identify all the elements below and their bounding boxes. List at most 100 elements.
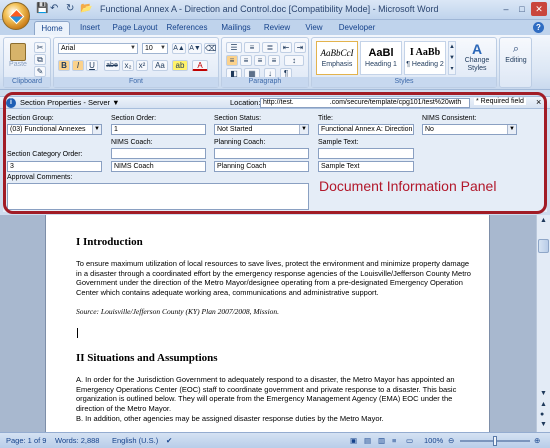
underline-button[interactable]: U	[86, 60, 98, 71]
change-styles-icon: A	[471, 41, 483, 57]
align-left-icon[interactable]: ≡	[226, 55, 238, 66]
tab-page-layout[interactable]: Page Layout	[110, 21, 160, 35]
redo-icon[interactable]: ↻	[66, 3, 74, 17]
strikethrough-button[interactable]: abe	[104, 60, 120, 71]
increase-indent-icon[interactable]: ⇥	[294, 42, 306, 53]
styles-group: AaBbCcI Emphasis AaBl Heading 1 I AaBb ¶…	[311, 37, 497, 88]
outline-icon[interactable]: ≡	[392, 436, 396, 445]
multilevel-list-icon[interactable]: ≣	[262, 42, 278, 53]
styles-label: Styles	[312, 77, 496, 87]
tab-review[interactable]: Review	[260, 21, 294, 35]
maximize-icon[interactable]: □	[514, 2, 530, 16]
word-count[interactable]: Words: 2,888	[55, 436, 99, 445]
next-page-icon[interactable]: ▼	[540, 421, 547, 428]
bold-button[interactable]: B	[58, 60, 70, 71]
minimize-icon[interactable]: –	[498, 2, 514, 16]
line-spacing-icon[interactable]: ↕	[284, 55, 304, 66]
styles-scroll[interactable]: ▲ ▼ ▾	[448, 41, 456, 75]
style-sample: AaBl	[368, 47, 394, 59]
tab-home[interactable]: Home	[34, 21, 70, 35]
web-layout-icon[interactable]: ▥	[378, 436, 385, 445]
font-label: Font	[54, 77, 218, 87]
document-area: I Introduction To ensure maximum utiliza…	[0, 215, 550, 432]
align-right-icon[interactable]: ≡	[254, 55, 266, 66]
bullets-icon[interactable]: ☰	[226, 42, 242, 53]
grow-font-icon[interactable]: A▲	[172, 43, 186, 54]
subscript-button[interactable]: x₂	[122, 60, 134, 71]
vertical-scrollbar[interactable]: ▲ ▼ ▲ ● ▼	[536, 215, 550, 432]
language-indicator[interactable]: English (U.S.)	[112, 436, 158, 445]
change-styles-button[interactable]: A Change Styles	[460, 40, 494, 78]
save-icon[interactable]: 💾	[36, 3, 48, 17]
cut-icon[interactable]: ✂	[34, 42, 46, 53]
prev-page-icon[interactable]: ▲	[540, 401, 547, 408]
full-screen-icon[interactable]: ▤	[364, 436, 371, 445]
proofing-icon[interactable]: ✔	[166, 436, 172, 445]
scroll-up-icon[interactable]: ▲	[540, 217, 547, 224]
browse-object-icon[interactable]: ●	[540, 411, 544, 418]
numbering-icon[interactable]: ≡	[244, 42, 260, 53]
zoom-slider[interactable]	[460, 436, 530, 446]
tab-view[interactable]: View	[300, 21, 328, 35]
title-bar: 💾 ↶ ↻ 📂 Functional Annex A - Direction a…	[0, 0, 550, 20]
zoom-in-icon[interactable]: ⊕	[534, 436, 540, 445]
source-citation: Source: Louisville/Jefferson County (KY)…	[76, 307, 280, 316]
clipboard-group: Paste ✂ ⧉ ✎ Clipboard	[3, 37, 51, 88]
justify-icon[interactable]: ≡	[268, 55, 280, 66]
zoom-slider-thumb[interactable]	[493, 436, 497, 446]
chevron-down-icon: ▼	[160, 45, 166, 51]
align-center-icon[interactable]: ≡	[240, 55, 252, 66]
chevron-down-icon: ▼	[130, 45, 136, 51]
copy-icon[interactable]: ⧉	[34, 54, 46, 65]
font-group: Arial ▼ 10 ▼ A▲ A▼ ⌫ B I U abe x₂ x² Aa ab…	[53, 37, 219, 88]
paste-label: Paste	[9, 61, 27, 68]
editing-button[interactable]: ⌕ Editing	[501, 40, 531, 76]
window-title: Functional Annex A - Direction and Contr…	[100, 4, 439, 14]
superscript-button[interactable]: x²	[136, 60, 148, 71]
tab-mailings[interactable]: Mailings	[216, 21, 256, 35]
undo-icon[interactable]: ↶	[50, 3, 58, 17]
clipboard-label: Clipboard	[4, 77, 50, 87]
situations-paragraph-a: A. In order for the Jurisdiction Governm…	[76, 375, 457, 413]
shrink-font-icon[interactable]: A▼	[188, 43, 202, 54]
tab-insert[interactable]: Insert	[72, 21, 108, 35]
style-name: ¶ Heading 2	[406, 61, 444, 68]
format-painter-icon[interactable]: ✎	[34, 66, 46, 77]
style-name: Heading 1	[365, 61, 397, 68]
print-layout-icon[interactable]: ▣	[350, 436, 357, 445]
ribbon: Paste ✂ ⧉ ✎ Clipboard Arial ▼ 10 ▼ A▲ A▼ ⌫…	[0, 35, 550, 90]
document-page[interactable]: I Introduction To ensure maximum utiliza…	[45, 215, 490, 432]
tab-references[interactable]: References	[164, 21, 210, 35]
heading-situations: II Situations and Assumptions	[76, 352, 218, 364]
style-emphasis[interactable]: AaBbCcI Emphasis	[316, 41, 358, 75]
decrease-indent-icon[interactable]: ⇤	[280, 42, 292, 53]
close-window-icon[interactable]: ✕	[531, 2, 547, 16]
highlight-button[interactable]: ab	[172, 60, 188, 71]
style-heading-2[interactable]: I AaBb ¶ Heading 2	[404, 41, 446, 75]
paragraph-group: ☰ ≡ ≣ ⇤ ⇥ ≡ ≡ ≡ ≡ ↕ ◧ ▦ ↓ ¶ Paragraph	[221, 37, 309, 88]
paragraph-label: Paragraph	[222, 77, 308, 87]
office-button[interactable]	[2, 2, 30, 30]
font-name-combo[interactable]: Arial ▼	[58, 43, 138, 54]
zoom-level[interactable]: 100%	[424, 436, 443, 445]
clear-format-icon[interactable]: ⌫	[204, 43, 216, 54]
font-size-combo[interactable]: 10 ▼	[142, 43, 168, 54]
introduction-paragraph: To ensure maximum utilization of local r…	[76, 259, 471, 297]
scroll-thumb[interactable]	[538, 239, 549, 253]
clipboard-icon	[10, 43, 26, 61]
change-case-button[interactable]: Aa	[152, 60, 168, 71]
style-heading-1[interactable]: AaBl Heading 1	[360, 41, 402, 75]
binoculars-icon: ⌕	[512, 43, 520, 55]
open-folder-icon[interactable]: 📂	[80, 3, 92, 17]
help-icon[interactable]: ?	[533, 22, 544, 33]
scroll-down-icon[interactable]: ▼	[540, 390, 547, 397]
zoom-out-icon[interactable]: ⊖	[448, 436, 454, 445]
draft-icon[interactable]: ▭	[406, 436, 413, 445]
text-cursor	[77, 328, 78, 338]
tab-developer[interactable]: Developer	[334, 21, 380, 35]
italic-button[interactable]: I	[72, 60, 84, 71]
font-color-button[interactable]: A	[192, 60, 208, 71]
page-count[interactable]: Page: 1 of 9	[6, 436, 46, 445]
paste-button[interactable]: Paste	[6, 40, 30, 72]
editing-label: Editing	[505, 57, 527, 64]
